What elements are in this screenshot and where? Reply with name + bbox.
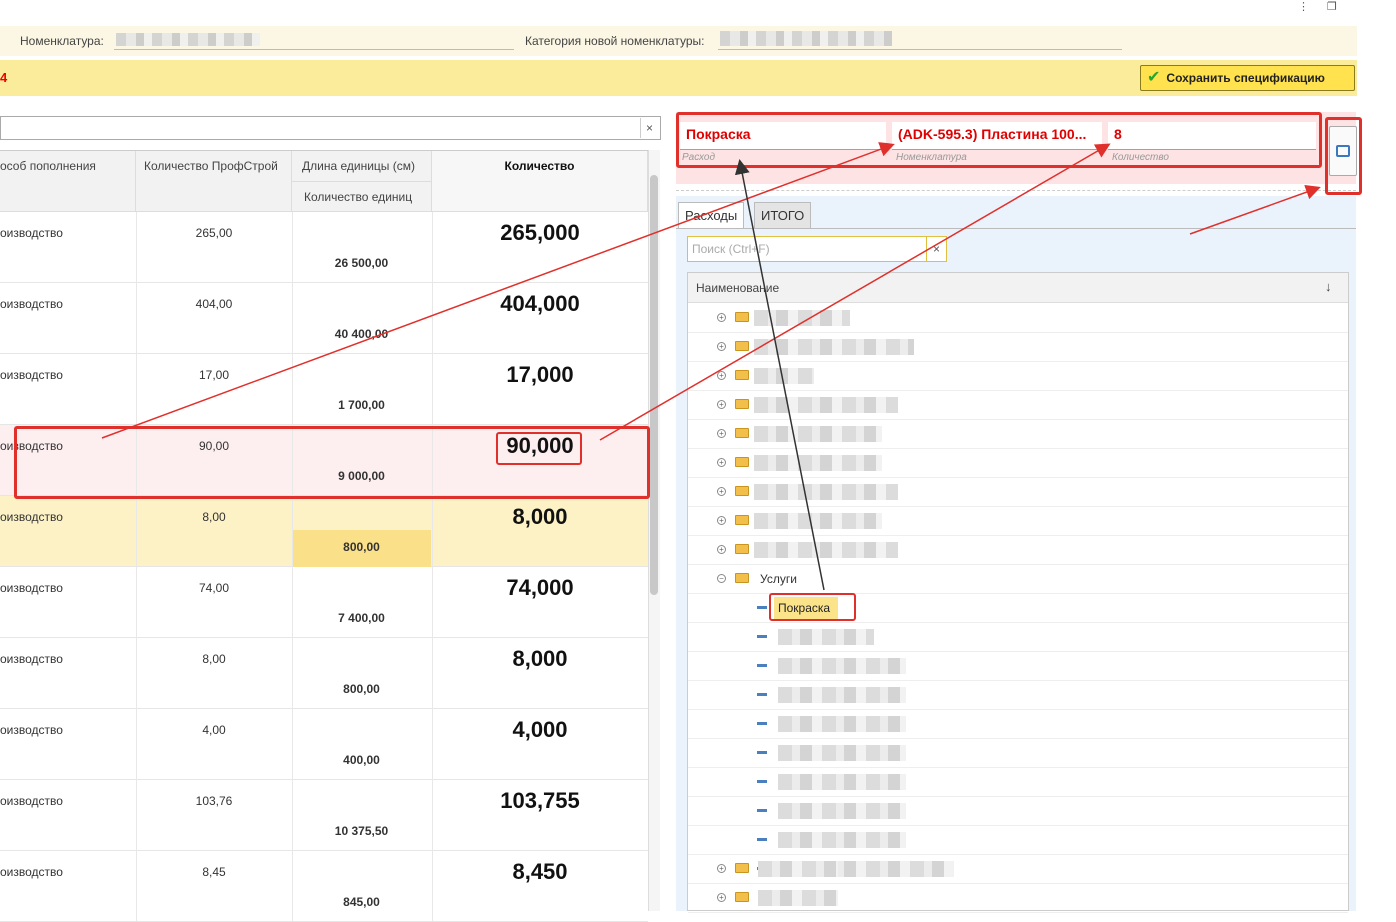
- arrow-painting: [734, 159, 825, 591]
- arrow-button: [1189, 185, 1321, 235]
- arrow-quantity: [599, 143, 1111, 441]
- arrow-expense: [101, 142, 895, 439]
- annotation-arrows: [101, 142, 1321, 591]
